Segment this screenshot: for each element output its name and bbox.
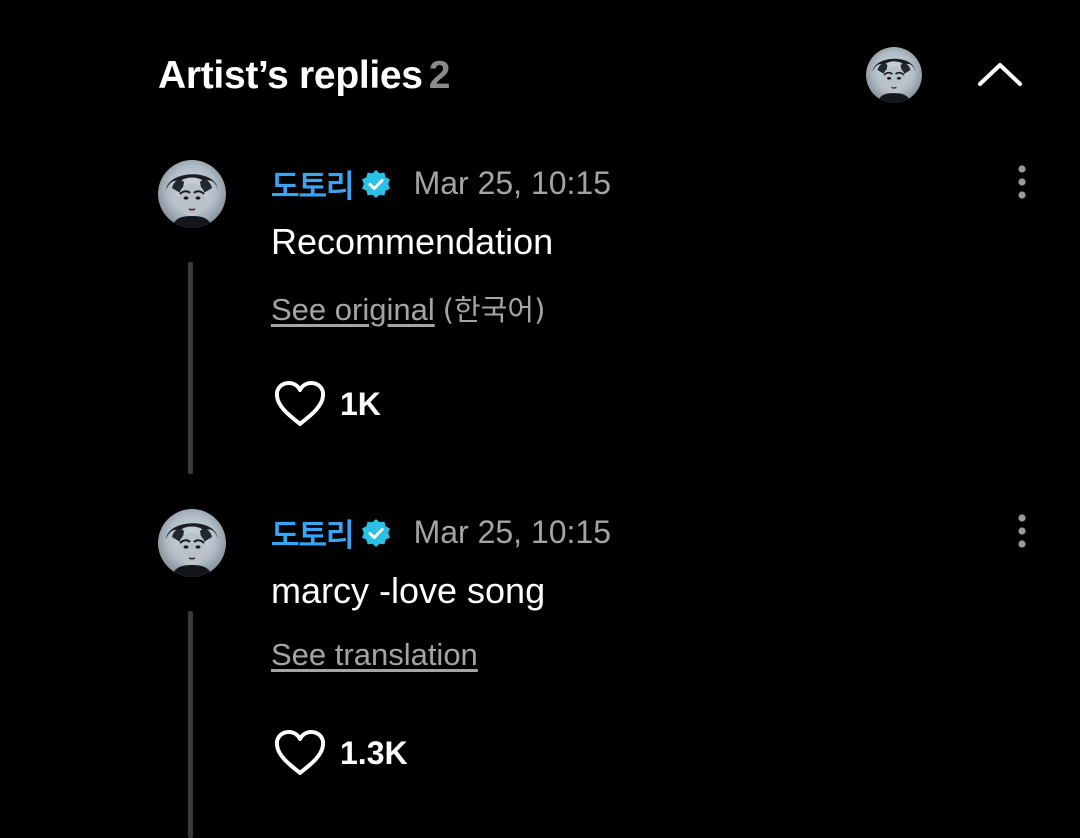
heart-outline-icon bbox=[274, 381, 326, 426]
reply-avatar[interactable] bbox=[158, 509, 226, 577]
author-name[interactable]: 도토리 bbox=[271, 510, 355, 555]
more-vertical-icon bbox=[1018, 165, 1026, 199]
section-title-label: Artist’s replies bbox=[158, 54, 423, 97]
reply-text: marcy -love song bbox=[271, 570, 546, 611]
like-count: 1K bbox=[340, 385, 381, 422]
replies-header: Artist’s replies 2 bbox=[0, 0, 1080, 150]
reply-timestamp: Mar 25, 10:15 bbox=[413, 513, 612, 550]
reply-text: Recommendation bbox=[271, 221, 554, 262]
verified-badge-icon bbox=[360, 518, 392, 550]
reply-meta: 도토리 Mar 25, 10:15 bbox=[271, 161, 612, 206]
like-button[interactable]: 1K bbox=[272, 379, 381, 429]
reply-avatar[interactable] bbox=[158, 160, 226, 228]
thread-line bbox=[188, 611, 193, 838]
heart-outline-icon bbox=[274, 730, 326, 775]
reply-meta: 도토리 Mar 25, 10:15 bbox=[271, 510, 612, 555]
original-language: (한국어) bbox=[442, 293, 546, 327]
translation-row: See original (한국어) bbox=[271, 287, 545, 329]
section-title: Artist’s replies 2 bbox=[158, 54, 450, 98]
verified-badge-icon bbox=[360, 169, 392, 201]
translation-row: See translation bbox=[271, 637, 478, 673]
more-options-button[interactable] bbox=[1006, 511, 1038, 551]
thread-line bbox=[188, 262, 193, 474]
see-translation-link[interactable]: See translation bbox=[271, 637, 478, 672]
author-name[interactable]: 도토리 bbox=[271, 161, 355, 206]
chevron-up-icon bbox=[978, 63, 1022, 86]
artist-avatar[interactable] bbox=[866, 47, 922, 103]
more-options-button[interactable] bbox=[1006, 162, 1038, 202]
collapse-button[interactable] bbox=[972, 52, 1028, 96]
like-button[interactable]: 1.3K bbox=[272, 728, 408, 778]
more-vertical-icon bbox=[1018, 514, 1026, 548]
like-count: 1.3K bbox=[340, 734, 408, 771]
reply-count: 2 bbox=[428, 54, 451, 97]
see-original-link[interactable]: See original bbox=[271, 292, 435, 327]
reply-timestamp: Mar 25, 10:15 bbox=[413, 164, 612, 201]
